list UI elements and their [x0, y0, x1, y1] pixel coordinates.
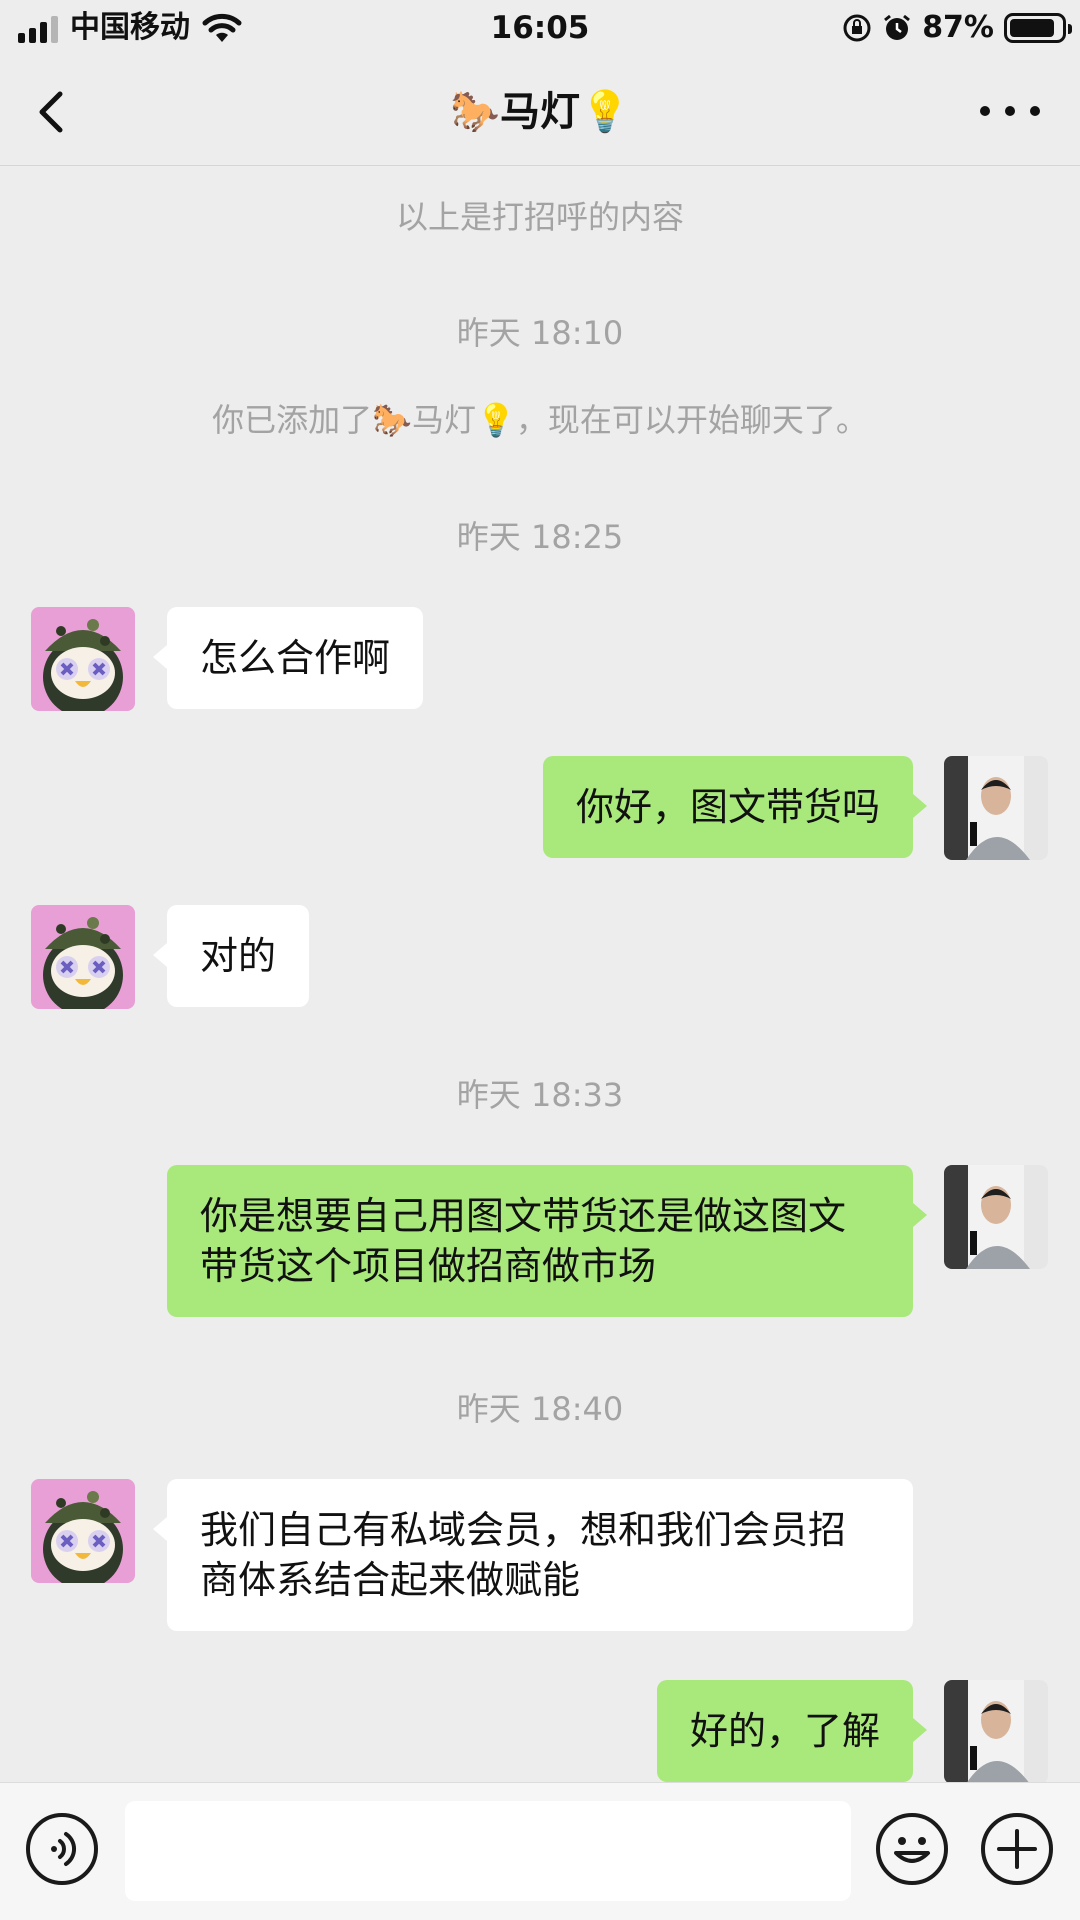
contact-avatar[interactable]: [31, 607, 135, 711]
more-button[interactable]: [980, 96, 1040, 126]
emoji-icon: [894, 1837, 930, 1863]
person-avatar-icon: [944, 756, 1048, 860]
battery-icon: [1004, 13, 1072, 43]
message-bubble-received[interactable]: 我们自己有私域会员，想和我们会员招商体系结合起来做赋能: [153, 1479, 913, 1631]
plus-icon: [997, 1829, 1037, 1869]
message-bubble-received[interactable]: 怎么合作啊: [152, 607, 424, 709]
penguin-avatar-icon: [31, 607, 135, 711]
message-bubble-sent[interactable]: 你是想要自己用图文带货还是做这图文带货这个项目做招商做市场: [167, 1165, 927, 1317]
status-left: 中国移动: [18, 8, 242, 48]
person-avatar-icon: [944, 1165, 1048, 1269]
my-avatar[interactable]: [944, 1680, 1048, 1782]
timestamp: 昨天 18:40: [456, 1390, 624, 1428]
message-bubble-sent[interactable]: 你好，图文带货吗: [542, 756, 928, 858]
timestamp: 昨天 18:10: [456, 314, 624, 352]
emoji-button[interactable]: [876, 1813, 948, 1885]
penguin-avatar-icon: [31, 905, 135, 1009]
plus-button[interactable]: [981, 1813, 1053, 1885]
message-bubble-sent[interactable]: 好的，了解: [656, 1680, 928, 1782]
added-friend-note: 你已添加了🐎马灯💡，现在可以开始聊天了。: [212, 401, 868, 439]
chat-title: 🐎马灯💡: [450, 89, 630, 135]
contact-avatar[interactable]: [31, 1479, 135, 1583]
message-input[interactable]: [125, 1801, 851, 1901]
status-bar: 中国移动 16:05 87%: [0, 0, 1080, 56]
more-dots-icon: [980, 106, 990, 116]
battery-percent: 87%: [922, 10, 994, 45]
timestamp: 昨天 18:25: [456, 518, 624, 556]
voice-icon: [51, 1832, 76, 1866]
input-bar: [0, 1782, 1080, 1920]
status-right: 87%: [842, 8, 1072, 48]
signal-icon: [18, 13, 58, 43]
person-avatar-icon: [944, 1680, 1048, 1782]
contact-avatar[interactable]: [31, 905, 135, 1009]
my-avatar[interactable]: [944, 756, 1048, 860]
more-dot: [1030, 106, 1040, 116]
greeting-note: 以上是打招呼的内容: [395, 198, 684, 236]
my-avatar[interactable]: [944, 1165, 1048, 1269]
chat-area[interactable]: 以上是打招呼的内容 昨天 18:10 你已添加了🐎马灯💡，现在可以开始聊天了。 …: [0, 167, 1080, 1782]
battery-fill: [1010, 19, 1054, 37]
wifi-icon: [202, 13, 242, 42]
message-bubble-received[interactable]: 对的: [152, 905, 310, 1007]
rotation-lock-icon: [843, 14, 871, 42]
timestamp: 昨天 18:33: [456, 1076, 624, 1114]
carrier-name: 中国移动: [70, 10, 190, 45]
alarm-icon: [884, 14, 911, 40]
penguin-avatar-icon: [31, 1479, 135, 1583]
nav-bar: 🐎马灯💡: [0, 56, 1080, 166]
more-dot: [1005, 106, 1015, 116]
voice-button[interactable]: [26, 1813, 98, 1885]
